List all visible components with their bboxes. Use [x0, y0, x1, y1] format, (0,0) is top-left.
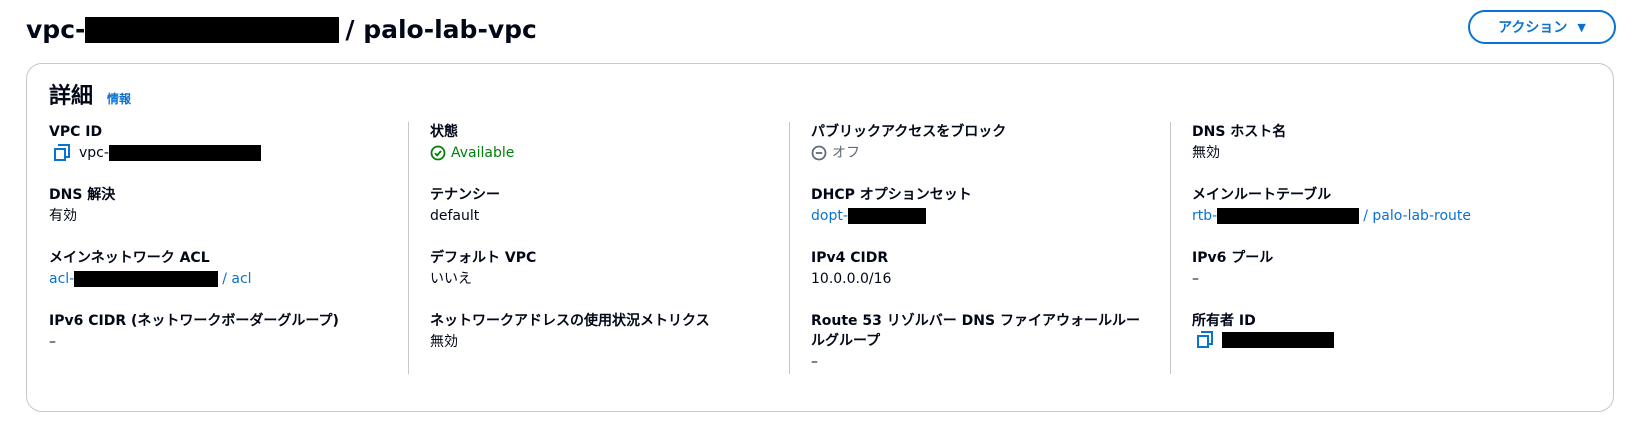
field-owner-id: 所有者 ID	[1192, 311, 1552, 349]
state-text: Available	[451, 145, 515, 161]
field-route53-resolver-dns-firewall: Route 53 リゾルバー DNS ファイアウォールルールグループ –	[811, 311, 1171, 373]
redacted-vpc-id	[85, 17, 340, 43]
field-label: VPC ID	[49, 124, 103, 140]
field-value: default	[430, 208, 480, 224]
page-header: vpc- / palo-lab-vpc アクション ▼	[26, 10, 1616, 54]
field-label: パブリックアクセスをブロック	[811, 124, 1007, 140]
title-prefix: vpc-	[26, 15, 86, 44]
field-label: IPv6 CIDR (ネットワークボーダーグループ)	[49, 313, 339, 329]
rtb-prefix: rtb-	[1192, 208, 1218, 224]
column-divider	[1170, 122, 1171, 374]
field-value: 無効	[430, 334, 458, 350]
field-label: Route 53 リゾルバー DNS ファイアウォールルールグループ	[811, 313, 1140, 349]
field-vpc-id: VPC ID vpc-	[49, 122, 409, 164]
dopt-prefix: dopt-	[811, 208, 848, 224]
field-label: ネットワークアドレスの使用状況メトリクス	[430, 313, 710, 329]
details-title: 詳細	[49, 84, 94, 109]
main-route-table-link[interactable]: rtb- / palo-lab-route	[1192, 205, 1552, 227]
redacted-vpc-id-value	[108, 145, 261, 161]
details-header: 詳細 情報	[49, 78, 131, 110]
title-suffix: / palo-lab-vpc	[345, 15, 537, 44]
field-label: テナンシー	[430, 187, 500, 203]
details-panel: 詳細 情報 VPC ID vpc- DNS 解決 有効 メインネットワーク AC…	[26, 63, 1614, 412]
copy-icon[interactable]	[1196, 331, 1214, 349]
field-block-public-access: パブリックアクセスをブロック オフ	[811, 122, 1171, 164]
field-label: DHCP オプションセット	[811, 187, 972, 203]
field-network-address-usage-metrics: ネットワークアドレスの使用状況メトリクス 無効	[430, 311, 790, 353]
copy-icon[interactable]	[53, 144, 71, 162]
field-label: 所有者 ID	[1192, 313, 1256, 329]
redacted-rtb-id	[1217, 208, 1360, 224]
field-value: 有効	[49, 208, 77, 224]
acl-prefix: acl-	[49, 271, 75, 287]
field-label: IPv4 CIDR	[811, 250, 889, 266]
field-value: –	[1192, 271, 1199, 287]
main-acl-link[interactable]: acl- / acl	[49, 268, 409, 290]
column-divider	[408, 122, 409, 374]
redacted-acl-id	[74, 271, 219, 287]
field-value: 無効	[1192, 145, 1220, 161]
actions-button[interactable]: アクション ▼	[1468, 10, 1616, 44]
field-dns-hostnames: DNS ホスト名 無効	[1192, 122, 1552, 164]
field-label: DNS ホスト名	[1192, 124, 1287, 140]
vpc-id-text: vpc-	[79, 145, 109, 161]
check-circle-icon	[430, 145, 446, 161]
field-main-network-acl: メインネットワーク ACL acl- / acl	[49, 248, 409, 290]
field-default-vpc: デフォルト VPC いいえ	[430, 248, 790, 290]
minus-circle-icon	[811, 145, 827, 161]
field-label: DNS 解決	[49, 187, 116, 203]
field-label: メインネットワーク ACL	[49, 250, 210, 266]
field-dns-resolution: DNS 解決 有効	[49, 185, 409, 227]
field-ipv4-cidr: IPv4 CIDR 10.0.0.0/16	[811, 248, 1171, 290]
field-label: IPv6 プール	[1192, 250, 1274, 266]
actions-label: アクション	[1498, 20, 1568, 36]
column-divider	[789, 122, 790, 374]
field-state: 状態 Available	[430, 122, 790, 164]
field-tenancy: テナンシー default	[430, 185, 790, 227]
redacted-owner-id	[1222, 332, 1334, 348]
field-ipv6-pool: IPv6 プール –	[1192, 248, 1552, 290]
page-title: vpc- / palo-lab-vpc	[26, 12, 537, 48]
field-value: vpc-	[49, 142, 409, 164]
field-value: いいえ	[430, 271, 472, 287]
field-label: 状態	[430, 124, 458, 140]
info-link[interactable]: 情報	[107, 90, 131, 107]
state-value: Available	[430, 142, 790, 164]
acl-suffix: / acl	[222, 271, 252, 287]
field-value: 10.0.0.0/16	[811, 271, 892, 287]
field-label: メインルートテーブル	[1192, 187, 1332, 203]
redacted-dopt-id	[847, 208, 926, 224]
field-value: –	[811, 354, 818, 370]
field-ipv6-cidr-nbg: IPv6 CIDR (ネットワークボーダーグループ) –	[49, 311, 409, 353]
block-public-access-value: オフ	[811, 142, 1171, 164]
field-dhcp-option-set: DHCP オプションセット dopt-	[811, 185, 1171, 227]
owner-id-value	[1192, 331, 1552, 349]
caret-down-icon: ▼	[1577, 20, 1586, 34]
field-label: デフォルト VPC	[430, 250, 537, 266]
rtb-suffix: / palo-lab-route	[1363, 208, 1471, 224]
field-main-route-table: メインルートテーブル rtb- / palo-lab-route	[1192, 185, 1552, 227]
block-public-access-text: オフ	[832, 145, 860, 161]
dhcp-option-set-link[interactable]: dopt-	[811, 205, 1171, 227]
field-value: –	[49, 334, 56, 350]
